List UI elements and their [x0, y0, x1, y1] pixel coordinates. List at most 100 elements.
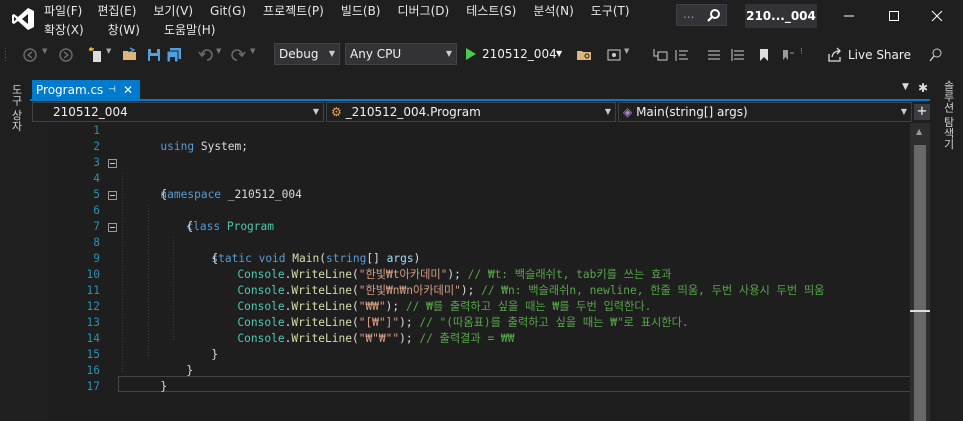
string-token: "₩"₩""	[358, 332, 400, 345]
configuration-value: Debug	[279, 47, 319, 61]
line-number: 9	[93, 252, 100, 265]
close-tab-icon[interactable]: ✕	[123, 80, 133, 100]
minimize-button[interactable]	[831, 4, 867, 28]
maximize-icon	[889, 11, 899, 21]
text-token: System;	[194, 140, 248, 153]
menu-analyze[interactable]: 분석(N)	[533, 3, 573, 19]
back-dropdown-icon[interactable]: ▼	[42, 47, 58, 63]
left-tool-window-strip: 도구 상자	[0, 80, 30, 421]
menu-edit[interactable]: 편집(E)	[97, 3, 136, 19]
search-icon[interactable]	[706, 8, 722, 24]
comment-out-icon[interactable]	[674, 47, 690, 63]
live-share-label: Live Share	[848, 48, 911, 62]
line-number: 12	[86, 300, 100, 313]
title-bar: 파일(F) 편집(E) 보기(V) Git(G) 프로젝트(P) 빌드(B) 디…	[0, 0, 963, 40]
chevron-down-icon: ▼	[328, 49, 335, 58]
open-in-file-explorer-icon[interactable]	[576, 47, 592, 63]
menu-debug[interactable]: 디버그(D)	[398, 3, 450, 19]
menu-extensions[interactable]: 확장(X)	[44, 22, 84, 38]
new-project-dropdown-icon[interactable]: ▼	[106, 47, 122, 63]
line-number: 6	[93, 204, 100, 217]
split-editor-icon[interactable]: +	[914, 104, 930, 120]
menu-help[interactable]: 도움말(H)	[164, 22, 216, 38]
bookmark-next-icon[interactable]	[780, 47, 796, 63]
member-select[interactable]: ◈ Main(string[] args) ▼	[618, 102, 912, 122]
menu-test[interactable]: 테스트(S)	[466, 3, 516, 19]
undo-icon[interactable]	[198, 47, 214, 63]
code-line-14: }	[171, 331, 218, 361]
type-select[interactable]: ⚙ _210512_004.Program ▼	[326, 102, 616, 122]
minimize-icon	[844, 15, 854, 17]
menu-git[interactable]: Git(G)	[210, 3, 246, 19]
menu-build[interactable]: 빌드(B)	[341, 3, 381, 19]
solution-explorer-tab[interactable]: 솔루션 탐색기	[940, 80, 956, 150]
code-line-11: Console.WriteLine("₩₩"); // ₩를 출력하고 싶을 때…	[197, 283, 651, 313]
document-tab-strip: Program.cs ⊣ ✕ ▼ ✱	[30, 80, 930, 101]
chevron-down-icon[interactable]: ▼	[556, 43, 562, 65]
toolbar-grip-icon	[4, 47, 20, 63]
close-icon	[931, 10, 943, 22]
live-share-icon	[828, 47, 841, 62]
code-line-8: {	[171, 235, 218, 265]
code-editor[interactable]: 1 2 3 4 5 6 7 8 9 10 11 12 13 14 15 16 1…	[30, 123, 930, 421]
vertical-scrollbar[interactable]: ▲	[910, 123, 930, 421]
back-icon[interactable]	[22, 47, 38, 63]
line-number: 10	[86, 268, 100, 281]
collapse-method-icon[interactable]	[108, 223, 117, 232]
solution-configuration-select[interactable]: Debug ▼	[274, 43, 340, 65]
menu-file[interactable]: 파일(F)	[44, 3, 82, 19]
brace-token: }	[186, 364, 194, 377]
bookmark-icon[interactable]	[756, 47, 772, 63]
new-project-icon[interactable]	[88, 47, 104, 63]
code-text-area[interactable]: using System; namespace _210512_004 { cl…	[108, 123, 910, 421]
save-all-icon[interactable]	[166, 47, 182, 63]
indicator-margin	[30, 123, 48, 421]
menu-project[interactable]: 프로젝트(P)	[263, 3, 324, 19]
brace-token: }	[211, 348, 219, 361]
close-button[interactable]	[919, 4, 955, 28]
line-number: 15	[86, 348, 100, 361]
tab-title: Program.cs	[36, 83, 104, 97]
gear-icon[interactable]: ✱	[918, 81, 928, 95]
collapse-class-icon[interactable]	[108, 191, 117, 200]
menu-window[interactable]: 창(W)	[108, 22, 140, 38]
browser-link-icon[interactable]	[606, 47, 622, 63]
line-number: 13	[86, 316, 100, 329]
code-line-5: class Program	[108, 187, 274, 233]
redo-dropdown-icon[interactable]: ▼	[250, 47, 266, 63]
line-number-gutter: 1 2 3 4 5 6 7 8 9 10 11 12 13 14 15 16 1…	[48, 123, 112, 421]
code-line-12: Console.WriteLine("[₩"]"); // "(따옴표)를 출력…	[197, 299, 688, 329]
visual-studio-logo-icon[interactable]	[10, 6, 36, 32]
chevron-down-icon: ▼	[312, 107, 319, 116]
pin-icon[interactable]: ⊣	[108, 80, 116, 100]
tab-program-cs[interactable]: Program.cs ⊣ ✕	[32, 80, 140, 100]
toolbox-tab[interactable]: 도구 상자	[8, 84, 24, 132]
project-select[interactable]: 210512_004 ▼	[32, 102, 324, 122]
chevron-down-icon: ▼	[900, 107, 907, 116]
code-line-6: {	[146, 203, 193, 233]
open-folder-icon[interactable]	[122, 47, 138, 63]
chevron-down-icon: ▼	[445, 49, 452, 58]
type-value: _210512_004.Program	[345, 105, 481, 119]
toolbar-overflow-icon[interactable]: ⁝	[800, 47, 816, 63]
format-icon[interactable]	[730, 47, 746, 63]
collapse-namespace-icon[interactable]	[108, 159, 117, 168]
search-box[interactable]: ...	[676, 4, 727, 26]
scrollbar-thumb[interactable]	[914, 145, 926, 421]
uncomment-icon[interactable]	[706, 47, 722, 63]
save-icon[interactable]	[146, 47, 162, 63]
keyword-token: using	[160, 140, 195, 153]
forward-icon[interactable]	[58, 47, 74, 63]
start-debugging-button[interactable]: 210512_004 ▼	[464, 43, 568, 65]
redo-icon[interactable]	[230, 47, 246, 63]
step-into-icon[interactable]	[652, 47, 668, 63]
scroll-up-icon[interactable]: ▲	[916, 127, 922, 136]
solution-platform-select[interactable]: Any CPU ▼	[345, 43, 457, 65]
menu-view[interactable]: 보기(V)	[153, 3, 193, 19]
maximize-button[interactable]	[876, 4, 912, 28]
tab-list-dropdown-icon[interactable]: ▼	[902, 82, 909, 92]
code-line-9: Console.WriteLine("한빛₩t아카데미"); // ₩t: 백슬…	[197, 251, 671, 281]
browser-link-dropdown-icon[interactable]: ▼	[624, 47, 640, 63]
menu-tools[interactable]: 도구(T)	[591, 3, 630, 19]
feedback-icon[interactable]	[928, 47, 944, 63]
